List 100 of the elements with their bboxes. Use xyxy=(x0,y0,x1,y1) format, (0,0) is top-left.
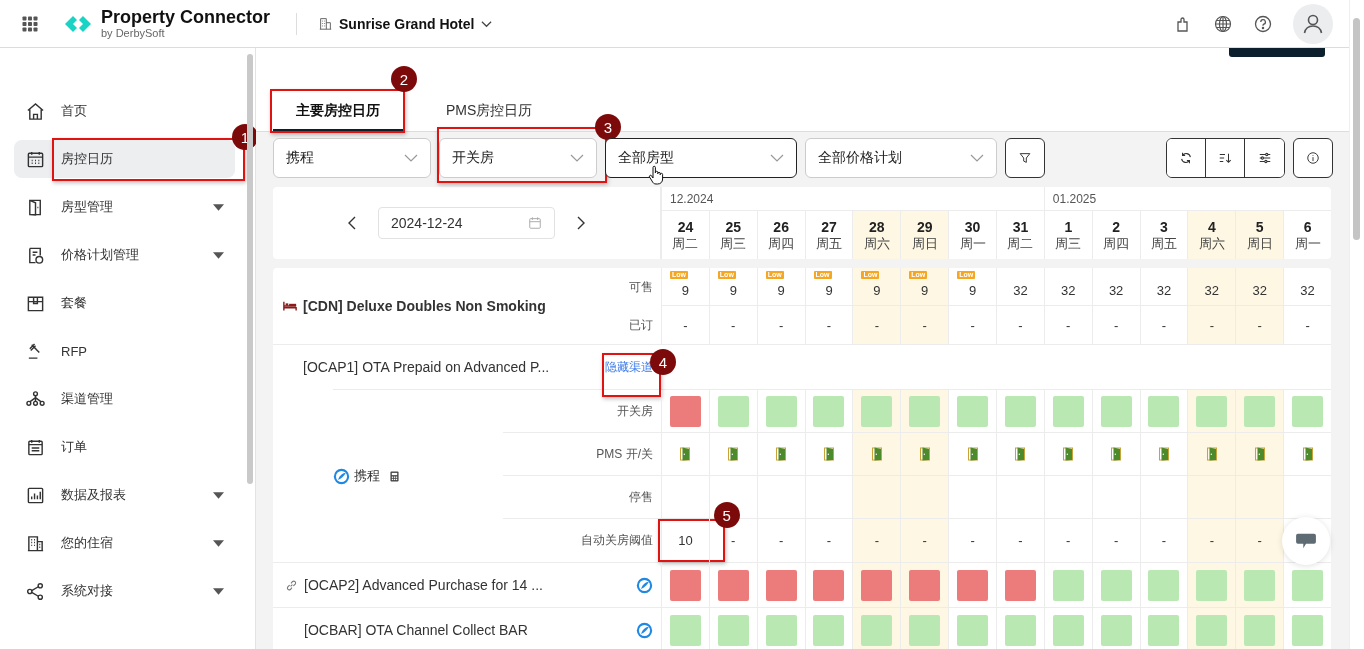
sidebar-item[interactable]: 系统对接 xyxy=(14,572,235,610)
info-button[interactable] xyxy=(1293,138,1333,178)
status-square[interactable] xyxy=(1196,395,1228,427)
avatar[interactable] xyxy=(1293,3,1333,44)
day-header: 6 周一 xyxy=(1283,211,1331,259)
status-square[interactable] xyxy=(1244,569,1276,601)
table-cell: - xyxy=(900,306,949,344)
info-icon xyxy=(1306,151,1320,165)
step-number-badge: 5 xyxy=(713,502,740,528)
threshold-value[interactable]: - xyxy=(874,533,879,548)
tab[interactable]: PMS房控日历 xyxy=(423,93,556,131)
status-square[interactable] xyxy=(861,614,893,646)
threshold-value[interactable]: - xyxy=(778,533,784,548)
date-field[interactable]: 2024-12-24 xyxy=(378,207,555,239)
day-header: 4 周六 xyxy=(1187,211,1236,259)
status-square[interactable] xyxy=(909,395,941,427)
threshold-value[interactable]: - xyxy=(1257,533,1262,548)
status-square[interactable] xyxy=(1004,614,1036,646)
status-square[interactable] xyxy=(861,395,893,427)
status-square[interactable] xyxy=(861,569,893,601)
status-square[interactable] xyxy=(1100,395,1132,427)
status-square[interactable] xyxy=(957,395,989,427)
dropdown-field[interactable]: 全部价格计划 xyxy=(805,138,997,178)
chat-bubble-icon xyxy=(1295,532,1317,550)
status-square[interactable] xyxy=(1244,395,1276,427)
status-square[interactable] xyxy=(813,569,845,601)
table-cell: - xyxy=(1043,306,1092,344)
threshold-value[interactable]: - xyxy=(1066,533,1071,548)
status-square[interactable] xyxy=(1148,569,1180,601)
status-square[interactable] xyxy=(909,569,941,601)
status-square[interactable] xyxy=(669,395,701,427)
status-square[interactable] xyxy=(765,395,797,427)
status-square[interactable] xyxy=(765,614,797,646)
status-square[interactable] xyxy=(957,614,989,646)
status-square[interactable] xyxy=(1052,395,1084,427)
threshold-value[interactable]: - xyxy=(970,533,975,548)
status-square[interactable] xyxy=(1100,614,1132,646)
status-square[interactable] xyxy=(1052,569,1084,601)
caret-icon xyxy=(213,251,224,259)
sidebar-item[interactable]: 订单 xyxy=(14,428,235,466)
status-square[interactable] xyxy=(1244,614,1276,646)
status-square[interactable] xyxy=(717,614,749,646)
threshold-value[interactable]: - xyxy=(1161,533,1167,548)
status-square[interactable] xyxy=(1292,614,1324,646)
threshold-value[interactable]: - xyxy=(1209,533,1214,548)
sidebar-item[interactable]: 房控日历 xyxy=(14,140,235,178)
status-square[interactable] xyxy=(1292,569,1324,601)
month-label: 12.2024 xyxy=(670,191,714,206)
hotel-selector[interactable]: Sunrise Grand Hotel xyxy=(319,15,493,32)
threshold-value[interactable]: - xyxy=(826,533,832,548)
globe-icon[interactable] xyxy=(1213,13,1233,34)
scrollbar-thumb[interactable] xyxy=(1353,18,1360,240)
hide-channel-link[interactable]: 隐藏渠道 xyxy=(605,359,653,376)
status-square[interactable] xyxy=(909,614,941,646)
caret-icon xyxy=(213,587,224,595)
status-square[interactable] xyxy=(765,569,797,601)
status-square[interactable] xyxy=(1004,395,1036,427)
status-square[interactable] xyxy=(1148,395,1180,427)
status-square[interactable] xyxy=(957,569,989,601)
sidebar-item[interactable]: 渠道管理 xyxy=(14,380,235,418)
day-header: 2 周四 xyxy=(1091,211,1140,259)
day-header: 29 周日 xyxy=(900,211,949,259)
status-square[interactable] xyxy=(1292,395,1324,427)
threshold-value[interactable]: - xyxy=(1113,533,1119,548)
status-square[interactable] xyxy=(669,569,701,601)
filter-button[interactable] xyxy=(1005,138,1045,178)
sidebar-item[interactable]: 价格计划管理 xyxy=(14,236,235,274)
sidebar-item[interactable]: 数据及报表 xyxy=(14,476,235,514)
status-square[interactable] xyxy=(1100,569,1132,601)
status-square[interactable] xyxy=(1052,614,1084,646)
sidebar-item[interactable]: 首页 xyxy=(14,92,235,130)
status-square[interactable] xyxy=(813,395,845,427)
status-square[interactable] xyxy=(1148,614,1180,646)
sidebar-item[interactable]: 套餐 xyxy=(14,284,235,322)
status-square[interactable] xyxy=(717,395,749,427)
row-label: PMS 开/关 xyxy=(595,446,654,463)
status-square[interactable] xyxy=(813,614,845,646)
status-square[interactable] xyxy=(1196,569,1228,601)
refresh-button[interactable] xyxy=(1167,139,1206,177)
dropdown-field[interactable]: 开关房 xyxy=(439,138,597,178)
sidebar-item[interactable]: 房型管理 xyxy=(14,188,235,226)
dropdown-field[interactable]: 携程 xyxy=(273,138,431,178)
threshold-value[interactable]: - xyxy=(1018,533,1023,548)
scrollbar-thumb[interactable] xyxy=(247,54,253,484)
table-cell: - xyxy=(1187,306,1236,344)
threshold-value[interactable]: - xyxy=(922,533,927,548)
tab[interactable]: 主要房控日历 xyxy=(273,93,403,131)
threshold-value[interactable]: 10 xyxy=(678,533,693,548)
status-square[interactable] xyxy=(1196,614,1228,646)
help-icon[interactable] xyxy=(1253,13,1273,34)
sort-icon xyxy=(1218,151,1232,165)
status-square[interactable] xyxy=(1004,569,1036,601)
sidebar-item[interactable]: 您的住宿 xyxy=(14,524,235,562)
sidebar-item[interactable]: RFP xyxy=(14,332,235,370)
status-square[interactable] xyxy=(717,569,749,601)
threshold-value[interactable]: - xyxy=(731,533,736,548)
apps-grid-icon[interactable] xyxy=(22,15,38,32)
month-label: 01.2025 xyxy=(1052,191,1097,206)
calendar-icon xyxy=(26,149,45,169)
status-square[interactable] xyxy=(669,614,701,646)
